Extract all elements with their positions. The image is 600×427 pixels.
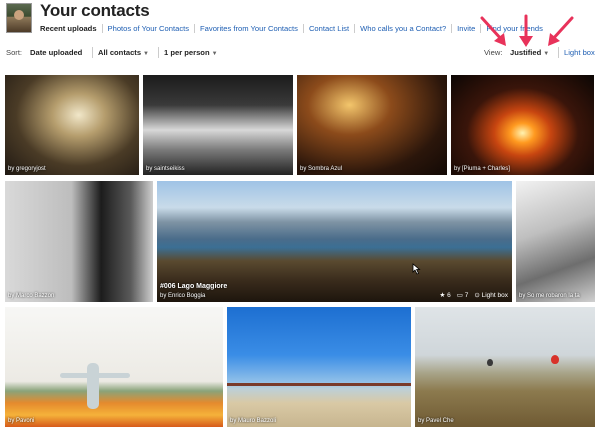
nav-contact-list[interactable]: Contact List: [302, 24, 354, 33]
nav-who-calls-you-contact[interactable]: Who calls you a Contact?: [354, 24, 451, 33]
divider: [158, 47, 159, 58]
contacts-filter-value: All contacts: [98, 48, 142, 57]
photo-figure: [87, 363, 99, 409]
photo-credit[interactable]: by gregoryjost: [8, 166, 46, 172]
caret-down-icon: ▼: [211, 51, 218, 57]
photo-pier: [227, 383, 411, 386]
avatar[interactable]: [6, 3, 32, 33]
photo-stats: ★ 6 ▭ 7 ⊙ Light box: [439, 291, 508, 299]
per-person-value: 1 per person: [164, 48, 210, 57]
photo-credit[interactable]: by Sombra Azul: [300, 166, 342, 172]
photo-credit[interactable]: by Pavel Che: [418, 418, 454, 424]
contacts-filter-dropdown[interactable]: All contacts ▼: [98, 48, 149, 57]
star-icon: ★: [439, 292, 446, 299]
favorite-button[interactable]: ★ 6: [439, 291, 450, 299]
lightbox-icon: ⊙: [474, 292, 480, 299]
comment-button[interactable]: ▭ 7: [457, 291, 469, 299]
photo-credit[interactable]: by So me robaron la ta: [519, 293, 580, 299]
nav-photos-of-contacts[interactable]: Photos of Your Contacts: [101, 24, 194, 33]
add-to-lightbox-button[interactable]: ⊙ Light box: [474, 291, 508, 299]
balloon-shape: [551, 355, 559, 364]
annotation-arrows: [480, 14, 574, 47]
comments-count: 7: [464, 292, 469, 299]
balloon-shape: [487, 359, 493, 366]
nav-recent-uploads[interactable]: Recent uploads: [40, 24, 102, 33]
add-to-lightbox-label: Light box: [481, 292, 508, 299]
photo-credit[interactable]: by saintseikiss: [146, 166, 185, 172]
photo-credit[interactable]: by [Piuma + Charles]: [454, 166, 510, 172]
photo-credit[interactable]: by Mauro Bazzoli: [230, 418, 276, 424]
photo-credit[interactable]: by Marco Bazzon: [8, 293, 54, 299]
photo-thumbnail[interactable]: by saintseikiss: [143, 75, 293, 175]
sort-dropdown[interactable]: Date uploaded: [30, 48, 82, 57]
nav-invite[interactable]: Invite: [451, 24, 480, 33]
photo-thumbnail[interactable]: by Pavoni: [5, 307, 223, 427]
favorites-count: 6: [447, 292, 451, 299]
photo-thumbnail[interactable]: by Mauro Bazzoli: [227, 307, 411, 427]
photo-thumbnail[interactable]: by So me robaron la ta: [516, 181, 595, 302]
photo-thumbnail[interactable]: by [Piuma + Charles]: [451, 75, 594, 175]
divider: [92, 47, 93, 58]
page-title: Your contacts: [40, 1, 150, 20]
cursor-icon: [412, 263, 421, 275]
photo-thumbnail[interactable]: by Pavel Che: [415, 307, 595, 427]
comment-icon: ▭: [456, 292, 463, 299]
caret-down-icon: ▼: [143, 51, 149, 57]
photo-credit[interactable]: by Pavoni: [8, 418, 34, 424]
photo-thumbnail[interactable]: by gregoryjost: [5, 75, 139, 175]
photo-credit[interactable]: by Enrico Boggia: [160, 293, 205, 299]
photo-figure-arms: [60, 373, 130, 378]
sort-label: Sort:: [6, 48, 23, 57]
photo-title[interactable]: #006 Lago Maggiore: [160, 283, 227, 290]
sub-navigation: Recent uploads Photos of Your Contacts F…: [40, 24, 548, 33]
nav-favorites-from-contacts[interactable]: Favorites from Your Contacts: [194, 24, 303, 33]
per-person-dropdown[interactable]: 1 per person ▼: [164, 48, 218, 57]
sort-value: Date uploaded: [30, 48, 83, 57]
photo-thumbnail[interactable]: by Marco Bazzon: [5, 181, 153, 302]
photo-thumbnail-hovered[interactable]: #006 Lago Maggiore by Enrico Boggia ★ 6 …: [157, 181, 512, 302]
photo-thumbnail[interactable]: by Sombra Azul: [297, 75, 447, 175]
